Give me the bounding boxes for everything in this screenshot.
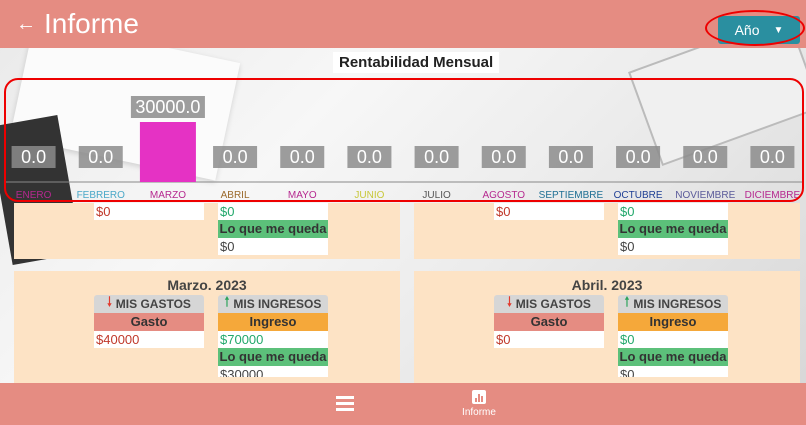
queda-label: Lo que me queda	[218, 220, 328, 238]
chart-title: Rentabilidad Mensual	[333, 52, 500, 73]
category-label: ENERO	[16, 190, 52, 201]
nav-informe-label: Informe	[462, 407, 496, 418]
month-title: Abril. 2023	[571, 277, 643, 293]
category-label: JUNIO	[354, 190, 384, 201]
bar-chart-icon	[472, 390, 486, 404]
category-label: MARZO	[150, 190, 186, 201]
queda-value: $0	[218, 238, 328, 255]
category-label: JULIO	[422, 190, 451, 201]
gasto-value: $0	[494, 203, 604, 220]
data-label: 0.0	[88, 147, 113, 167]
app-bar: ← Informe	[0, 0, 806, 48]
category-label: NOVIEMBRE	[675, 190, 735, 201]
data-label: 0.0	[558, 147, 583, 167]
data-label: 0.0	[223, 147, 248, 167]
month-title: Marzo. 2023	[167, 277, 247, 293]
data-label: 0.0	[424, 147, 449, 167]
category-label: OCTUBRE	[614, 190, 663, 201]
mis-ingresos-header: 🠑 MIS INGRESOS	[218, 294, 328, 313]
ingreso-label: Ingreso	[218, 313, 328, 331]
data-label: 0.0	[491, 147, 516, 167]
mis-ingresos-header: 🠑 MIS INGRESOS	[618, 294, 728, 313]
category-label: AGOSTO	[482, 190, 525, 201]
category-label: FEBRERO	[77, 190, 126, 201]
queda-value: $0	[618, 366, 728, 377]
mis-gastos-label: MIS GASTOS	[115, 297, 191, 311]
page-title: Informe	[44, 8, 139, 39]
data-label: 0.0	[760, 147, 785, 167]
mis-gastos-header: 🠓 MIS GASTOS	[494, 294, 604, 313]
arrow-down-icon: 🠓	[107, 294, 112, 309]
ingreso-label: Ingreso	[618, 313, 728, 331]
queda-value: $30000	[218, 366, 328, 377]
data-label: 30000.0	[135, 97, 200, 117]
gasto-label: Gasto	[494, 313, 604, 331]
gasto-value: $0	[94, 203, 204, 220]
arrow-up-icon: 🠑	[224, 294, 230, 309]
mis-ingresos-label: MIS INGRESOS	[633, 297, 722, 311]
mis-ingresos-label: MIS INGRESOS	[233, 297, 322, 311]
ingreso-value: $0	[218, 203, 328, 220]
nav-informe-tab[interactable]: Informe	[454, 390, 504, 418]
data-label: 0.0	[693, 147, 718, 167]
month-panel-top-left: $0 $0 Lo que me queda $0	[14, 203, 400, 259]
chart-bar	[139, 122, 196, 182]
category-label: DICIEMBRE	[745, 190, 801, 201]
gasto-value: $0	[494, 331, 604, 348]
month-panel-top-right: $0 $0 Lo que me queda $0	[414, 203, 800, 259]
year-dropdown-button[interactable]: Año ▼	[718, 16, 800, 44]
bottom-navigation: Informe	[0, 383, 806, 425]
monthly-cards: $0 $0 Lo que me queda $0 $0 $0 Lo que me…	[0, 203, 806, 383]
month-panel-marzo: Marzo. 2023 🠓 MIS GASTOS Gasto $40000 🠑 …	[14, 271, 400, 383]
queda-label: Lo que me queda	[218, 348, 328, 366]
ingreso-value: $70000	[218, 331, 328, 348]
category-label: MAYO	[288, 190, 317, 201]
ingreso-value: $0	[618, 203, 728, 220]
queda-value: $0	[618, 238, 728, 255]
arrow-down-icon: 🠓	[507, 294, 512, 309]
list-icon[interactable]	[336, 396, 354, 412]
data-label: 0.0	[626, 147, 651, 167]
queda-label: Lo que me queda	[618, 220, 728, 238]
data-label: 0.0	[21, 147, 46, 167]
rentabilidad-chart: 0.0 ENERO 0.0 FEBRERO 30000.0 MARZO 0.0 ABRIL 0.…	[4, 96, 802, 201]
queda-label: Lo que me queda	[618, 348, 728, 366]
gasto-value: $40000	[94, 331, 204, 348]
mis-gastos-header: 🠓 MIS GASTOS	[94, 294, 204, 313]
data-label: 0.0	[290, 147, 315, 167]
year-button-label: Año	[734, 22, 760, 38]
data-label: 0.0	[357, 147, 382, 167]
caret-down-icon: ▼	[773, 24, 784, 36]
back-arrow-icon[interactable]: ←	[16, 13, 40, 36]
category-label: ABRIL	[221, 190, 250, 201]
arrow-up-icon: 🠑	[624, 294, 630, 309]
mis-gastos-label: MIS GASTOS	[515, 297, 591, 311]
category-label: SEPTIEMBRE	[539, 190, 604, 201]
gasto-label: Gasto	[94, 313, 204, 331]
ingreso-value: $0	[618, 331, 728, 348]
month-panel-abril: Abril. 2023 🠓 MIS GASTOS Gasto $0 🠑 MIS …	[414, 271, 800, 383]
